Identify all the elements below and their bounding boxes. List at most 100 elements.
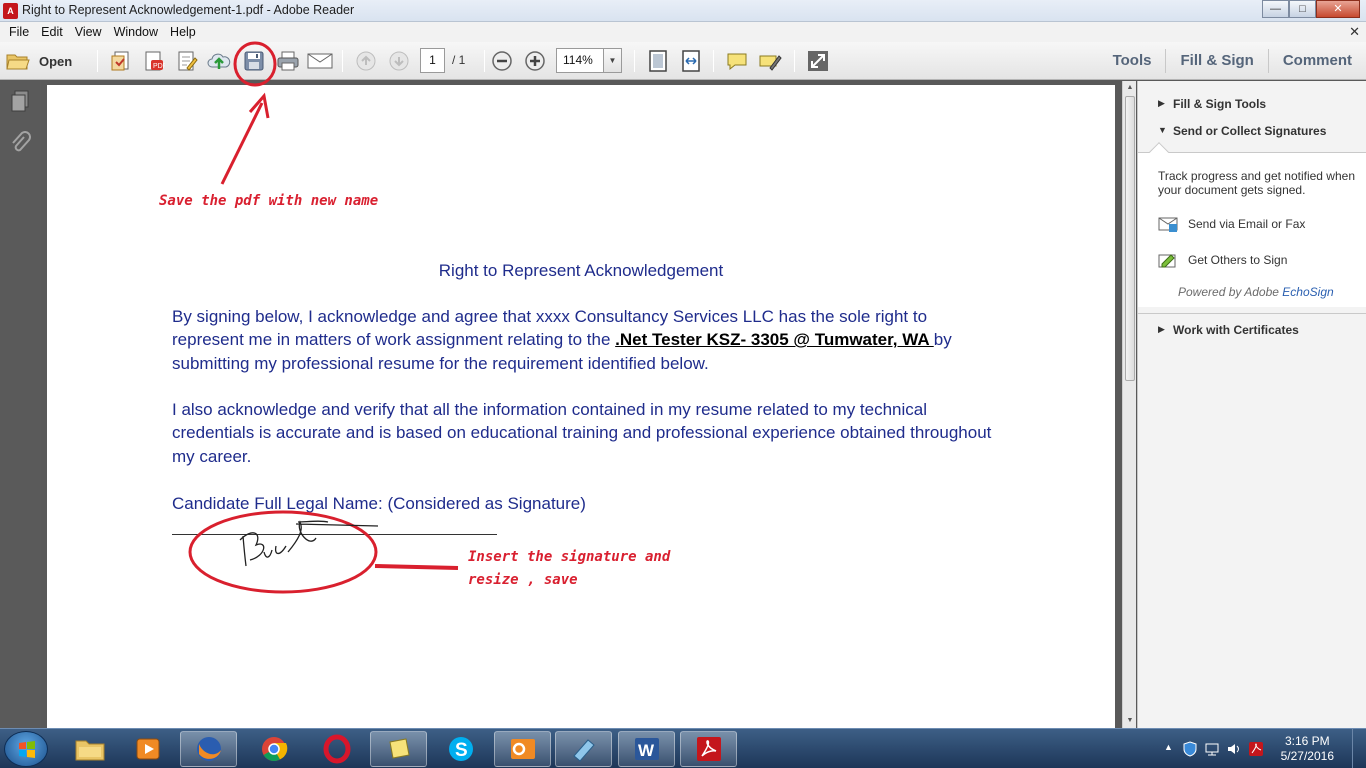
send-collect-header[interactable]: ▼ Send or Collect Signatures	[1138, 124, 1366, 140]
start-button[interactable]	[4, 731, 48, 767]
chrome-icon	[261, 737, 287, 762]
scroll-up-arrow-icon[interactable]: ▲	[1123, 81, 1137, 95]
signature-annotation-line1: Insert the signature and	[468, 549, 671, 565]
taskbar-paint[interactable]	[555, 731, 612, 767]
email-button[interactable]	[307, 49, 333, 73]
arrow-down-circle-icon	[389, 51, 409, 71]
highlight-button[interactable]	[757, 49, 783, 73]
taskbar-skype[interactable]: S	[432, 731, 489, 767]
menu-edit[interactable]: Edit	[35, 25, 69, 39]
create-pdf-button[interactable]	[109, 49, 133, 73]
fill-sign-tools-header[interactable]: ▶ Fill & Sign Tools	[1138, 97, 1366, 113]
save-annotation-text: Save the pdf with new name	[159, 193, 379, 209]
network-icon[interactable]	[1204, 741, 1220, 757]
clock[interactable]: 3:16 PM 5/27/2016	[1281, 734, 1334, 764]
page-number-input[interactable]: 1	[420, 48, 445, 73]
top-pane-tabs: Tools Fill & Sign Comment	[1099, 42, 1366, 80]
zoom-dropdown-button[interactable]: ▼	[603, 48, 622, 73]
page-total: / 1	[452, 53, 466, 67]
svg-text:S: S	[455, 740, 468, 761]
save-button[interactable]	[241, 49, 267, 73]
taskbar-adobe-reader[interactable]	[680, 731, 737, 767]
adobe-update-icon[interactable]	[1248, 741, 1264, 757]
word-icon: W	[634, 738, 659, 760]
send-email-fax-label: Send via Email or Fax	[1188, 217, 1306, 231]
send-email-fax-button[interactable]: Send via Email or Fax	[1158, 213, 1305, 235]
fill-sign-tools-label: Fill & Sign Tools	[1173, 97, 1267, 111]
upload-cloud-button[interactable]	[207, 49, 231, 73]
opera-icon	[323, 734, 350, 764]
open-label: Open	[39, 53, 73, 69]
adobe-reader-app-icon: A	[3, 3, 18, 19]
send-collect-label: Send or Collect Signatures	[1173, 124, 1327, 138]
show-desktop-button[interactable]	[1352, 729, 1366, 768]
powered-by-label: Powered by Adobe	[1178, 285, 1283, 299]
maximize-button[interactable]: □	[1289, 0, 1316, 18]
window-title: Right to Represent Acknowledgement-1.pdf…	[22, 3, 355, 17]
get-others-sign-button[interactable]: Get Others to Sign	[1158, 249, 1287, 271]
taskbar-firefox[interactable]	[180, 731, 237, 767]
taskbar-sticky-notes[interactable]	[370, 731, 427, 767]
tab-tools[interactable]: Tools	[1099, 49, 1166, 73]
menu-help[interactable]: Help	[164, 25, 202, 39]
scrollbar-thumb[interactable]	[1125, 96, 1135, 381]
folder-open-icon	[6, 54, 30, 70]
taskbar-media-player[interactable]	[120, 731, 177, 767]
previous-page-button[interactable]	[354, 49, 378, 73]
echosign-link[interactable]: EchoSign	[1282, 285, 1333, 299]
taskbar-opera[interactable]	[308, 731, 365, 767]
toolbar-separator	[97, 50, 98, 72]
menu-file[interactable]: File	[3, 25, 35, 39]
close-button[interactable]: ✕	[1316, 0, 1360, 18]
export-pdf-button[interactable]: PDF	[142, 49, 166, 73]
zoom-out-button[interactable]	[490, 49, 514, 73]
paperclip-icon	[12, 131, 31, 152]
highlighter-icon	[759, 55, 782, 71]
print-button[interactable]	[275, 49, 301, 73]
next-page-button[interactable]	[387, 49, 411, 73]
toolbar-separator	[634, 50, 635, 72]
certificates-header[interactable]: ▶ Work with Certificates	[1138, 323, 1366, 339]
comment-bubble-icon	[727, 53, 747, 71]
show-hidden-icons-icon[interactable]: ▲	[1164, 742, 1173, 752]
name-label: Candidate Full Legal Name: (Considered a…	[172, 494, 586, 513]
attachments-button[interactable]	[9, 131, 31, 155]
document-viewer[interactable]: Right to Represent Acknowledgement By si…	[41, 81, 1122, 730]
taskbar-chrome[interactable]	[245, 731, 302, 767]
tab-fill-sign[interactable]: Fill & Sign	[1165, 49, 1267, 73]
volume-icon[interactable]	[1226, 741, 1242, 757]
toolbar-separator	[484, 50, 485, 72]
pane-divider	[1138, 313, 1366, 314]
firefox-icon	[196, 737, 221, 761]
arrow-up-circle-icon	[356, 51, 376, 71]
tab-comment[interactable]: Comment	[1267, 49, 1366, 73]
zoom-level-input[interactable]: 114%	[556, 48, 604, 73]
scroll-down-arrow-icon[interactable]: ▼	[1123, 714, 1137, 728]
svg-text:W: W	[638, 741, 655, 760]
taskbar-explorer[interactable]	[61, 731, 118, 767]
certificates-label: Work with Certificates	[1173, 323, 1299, 337]
fit-page-button[interactable]	[645, 49, 671, 73]
acknowledgement-paragraph: By signing below, I acknowledge and agre…	[172, 305, 1002, 375]
close-document-button[interactable]: ✕	[1349, 24, 1360, 40]
system-tray: ▲ 3:16 PM 5/27/2016	[1156, 729, 1366, 768]
title-bar: A Right to Represent Acknowledgement-1.p…	[0, 0, 1366, 22]
edit-pdf-button[interactable]	[175, 49, 199, 73]
page-thumbnails-button[interactable]	[9, 89, 31, 113]
vertical-scrollbar[interactable]: ▲ ▼	[1122, 81, 1136, 728]
taskbar-outlook[interactable]	[494, 731, 551, 767]
zoom-in-button[interactable]	[523, 49, 547, 73]
shield-icon[interactable]	[1182, 741, 1198, 757]
minimize-button[interactable]: —	[1262, 0, 1289, 18]
menu-view[interactable]: View	[69, 25, 108, 39]
sticky-note-button[interactable]	[724, 49, 750, 73]
taskbar-word[interactable]: W	[618, 731, 675, 767]
triangle-right-icon: ▶	[1158, 324, 1165, 334]
toolbar-separator	[794, 50, 795, 72]
full-screen-fit-button[interactable]	[678, 49, 704, 73]
read-mode-button[interactable]	[805, 49, 831, 73]
pdf-page[interactable]: Right to Represent Acknowledgement By si…	[47, 85, 1115, 730]
menu-window[interactable]: Window	[108, 25, 164, 39]
menu-bar: File Edit View Window Help ✕	[0, 22, 1366, 42]
open-button[interactable]: Open	[6, 49, 82, 73]
